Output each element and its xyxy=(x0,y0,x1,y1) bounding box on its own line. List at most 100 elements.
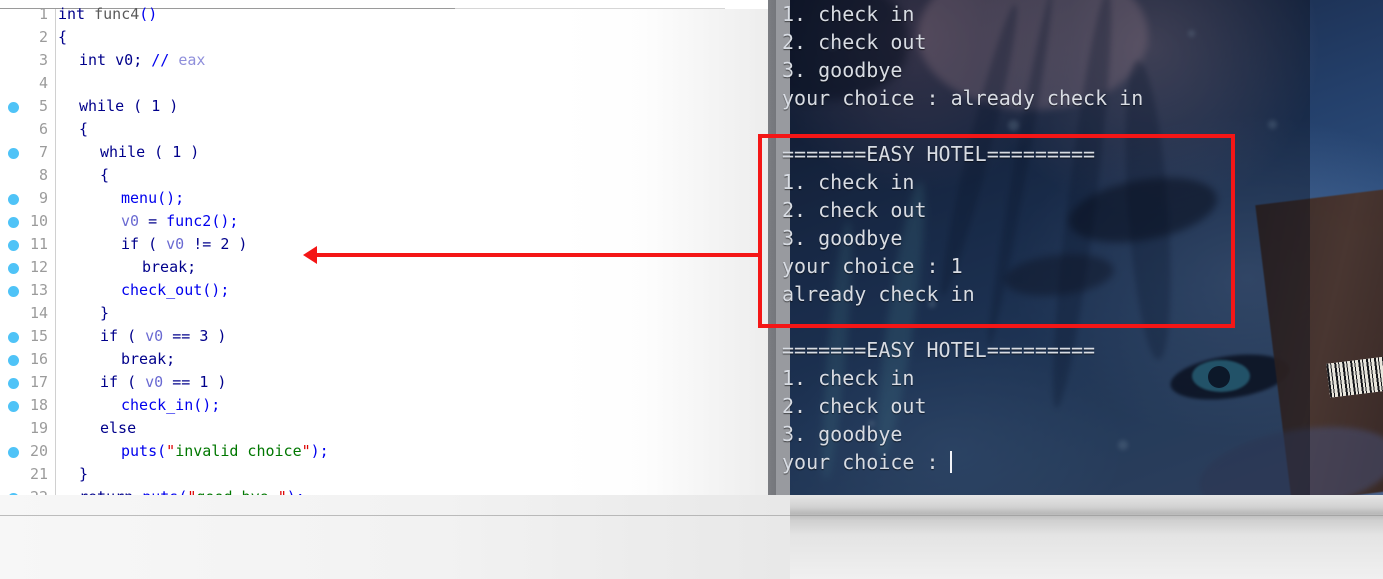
code-token: int xyxy=(58,5,95,23)
code-line[interactable]: 10 v0 = func2(); xyxy=(0,210,790,233)
code-line[interactable]: 13 check_out(); xyxy=(0,279,790,302)
code-text: } xyxy=(100,302,109,325)
code-token: != xyxy=(184,235,221,253)
code-line[interactable]: 6{ xyxy=(0,118,790,141)
code-token: ) xyxy=(160,97,179,115)
code-text: { xyxy=(79,118,88,141)
code-line[interactable]: 5 while ( 1 ) xyxy=(0,95,790,118)
line-number: 8 xyxy=(38,166,48,184)
line-number: 14 xyxy=(29,304,48,322)
code-token: func2 xyxy=(166,212,212,230)
code-token: == xyxy=(163,327,200,345)
code-token: break; xyxy=(121,350,176,368)
code-token: while ( xyxy=(100,143,173,161)
code-token: v0 xyxy=(121,212,140,230)
line-number: 21 xyxy=(29,465,48,483)
code-text: v0 = func2(); xyxy=(121,210,238,233)
code-token: } xyxy=(79,465,89,483)
code-token: ; xyxy=(133,51,152,69)
code-token: while ( xyxy=(79,97,152,115)
code-token: { xyxy=(79,120,89,138)
code-token: v0 xyxy=(166,235,185,253)
code-token: if ( xyxy=(100,327,146,345)
code-token: int xyxy=(79,51,116,69)
terminal-line: 2. check out xyxy=(782,30,927,54)
code-line[interactable]: 20 puts("invalid choice"); xyxy=(0,440,790,463)
code-token: () xyxy=(139,5,158,23)
line-number: 20 xyxy=(29,442,48,460)
code-line[interactable]: 2{ xyxy=(0,26,790,49)
line-number: 16 xyxy=(29,350,48,368)
line-number: 18 xyxy=(29,396,48,414)
line-number: 12 xyxy=(29,258,48,276)
code-line[interactable]: 12 break; xyxy=(0,256,790,279)
code-token: { xyxy=(100,166,110,184)
code-token: else xyxy=(100,419,137,437)
code-token: = xyxy=(139,212,167,230)
code-text: int v0; // eax xyxy=(79,49,205,72)
code-token: if ( xyxy=(121,235,167,253)
line-number: 3 xyxy=(38,51,48,69)
code-token: { xyxy=(58,28,68,46)
code-line[interactable]: 19 else xyxy=(0,417,790,440)
line-number: 1 xyxy=(38,5,48,23)
code-token: // xyxy=(151,51,179,69)
code-token: ( xyxy=(157,442,167,460)
code-token: v0 xyxy=(145,373,164,391)
terminal-line: 2. check out xyxy=(782,394,927,418)
code-line[interactable]: 21} xyxy=(0,463,790,486)
code-token: (); xyxy=(202,281,230,299)
code-token: ); xyxy=(310,442,329,460)
code-line[interactable]: 16 break; xyxy=(0,348,790,371)
code-token: " xyxy=(301,442,311,460)
code-line[interactable]: 7 while ( 1 ) xyxy=(0,141,790,164)
code-token: } xyxy=(100,304,110,322)
code-token: v0 xyxy=(145,327,164,345)
code-text: else xyxy=(100,417,136,440)
code-text: { xyxy=(100,164,109,187)
line-number: 15 xyxy=(29,327,48,345)
code-line[interactable]: 4 xyxy=(0,72,790,95)
code-token: ) xyxy=(208,373,227,391)
code-token: 1 xyxy=(151,97,161,115)
code-text: if ( v0 == 1 ) xyxy=(100,371,226,394)
code-token: 1 xyxy=(172,143,182,161)
code-line[interactable]: 15 if ( v0 == 3 ) xyxy=(0,325,790,348)
taskbar-top-border xyxy=(0,515,1383,516)
code-text: } xyxy=(79,463,88,486)
line-number: 17 xyxy=(29,373,48,391)
code-line[interactable]: 3 int v0; // eax xyxy=(0,49,790,72)
code-token: func4 xyxy=(94,5,140,23)
code-line[interactable]: 9 menu(); xyxy=(0,187,790,210)
code-line[interactable]: 8{ xyxy=(0,164,790,187)
code-line[interactable]: 14} xyxy=(0,302,790,325)
terminal-line: 3. goodbye xyxy=(782,422,903,446)
terminal-line: your choice : already check in xyxy=(782,86,1144,110)
code-token: if ( xyxy=(100,373,146,391)
code-text: check_out(); xyxy=(121,279,229,302)
code-text: if ( v0 != 2 ) xyxy=(121,233,247,256)
line-number: 19 xyxy=(29,419,48,437)
annotation-highlight-box xyxy=(758,134,1235,328)
line-number: 10 xyxy=(29,212,48,230)
terminal-line: your choice : xyxy=(782,450,951,474)
code-token: " xyxy=(166,442,176,460)
terminal-line: =======EASY HOTEL========= xyxy=(782,338,1096,362)
terminal-line: 3. goodbye xyxy=(782,58,903,82)
code-text: puts("invalid choice"); xyxy=(121,440,329,463)
line-number: 2 xyxy=(38,28,48,46)
code-token: ) xyxy=(229,235,248,253)
code-text: break; xyxy=(142,256,196,279)
code-line[interactable]: 18 check_in(); xyxy=(0,394,790,417)
code-token: eax xyxy=(178,51,206,69)
line-number: 5 xyxy=(38,97,48,115)
terminal-cursor xyxy=(950,451,953,473)
line-number: 7 xyxy=(38,143,48,161)
code-token: == xyxy=(163,373,200,391)
code-text: while ( 1 ) xyxy=(79,95,178,118)
code-token: (); xyxy=(211,212,239,230)
code-line[interactable]: 17 if ( v0 == 1 ) xyxy=(0,371,790,394)
code-text: if ( v0 == 3 ) xyxy=(100,325,226,348)
code-text: break; xyxy=(121,348,175,371)
code-line[interactable]: 1 int func4() xyxy=(0,3,790,26)
